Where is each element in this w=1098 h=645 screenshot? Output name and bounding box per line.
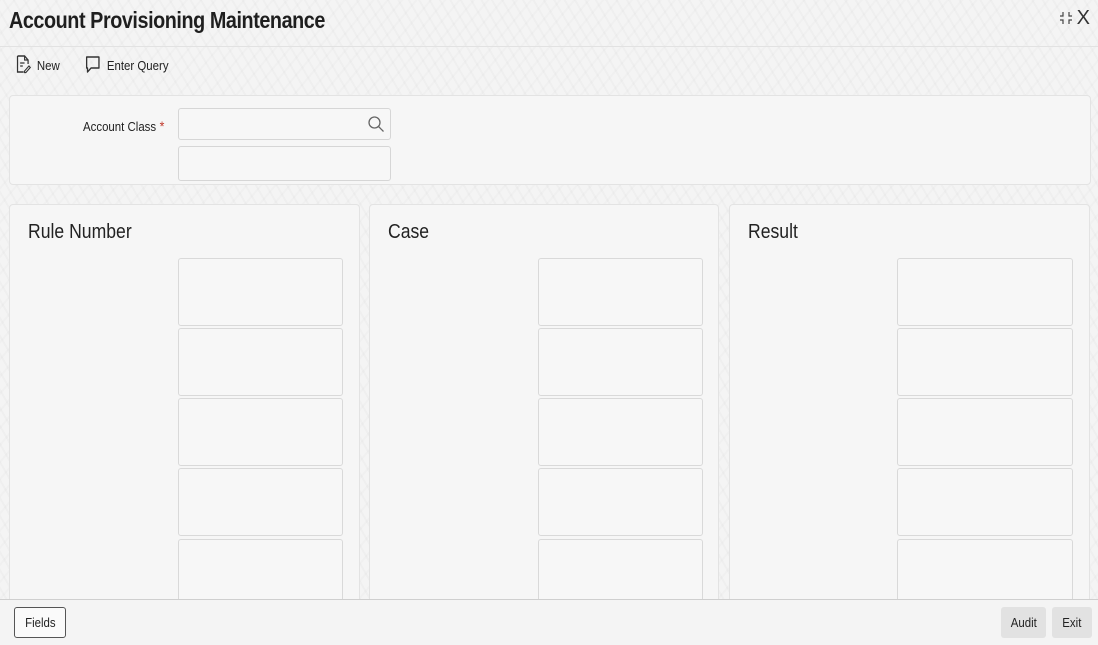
speech-bubble-icon — [84, 54, 102, 77]
account-class-label: Account Class * — [83, 118, 164, 134]
rule-number-title: Rule Number — [28, 221, 132, 243]
fields-button[interactable]: Fields — [14, 607, 66, 638]
audit-label: Audit — [1010, 615, 1037, 630]
fields-label: Fields — [24, 615, 56, 630]
new-button[interactable]: New — [14, 54, 60, 77]
result-input[interactable] — [897, 539, 1073, 607]
case-panel: Case — [369, 204, 719, 607]
result-input[interactable] — [897, 398, 1073, 466]
result-input[interactable] — [897, 468, 1073, 536]
search-icon[interactable] — [367, 115, 385, 138]
enter-query-label: Enter Query — [106, 58, 169, 73]
new-label: New — [36, 58, 60, 73]
rule-number-input[interactable] — [178, 258, 343, 326]
required-marker: * — [159, 118, 165, 134]
exit-label: Exit — [1062, 615, 1082, 630]
case-input[interactable] — [538, 328, 703, 396]
case-input[interactable] — [538, 539, 703, 607]
result-input[interactable] — [897, 328, 1073, 396]
audit-button[interactable]: Audit — [1001, 607, 1046, 638]
case-input[interactable] — [538, 258, 703, 326]
case-title: Case — [388, 221, 430, 243]
case-input[interactable] — [538, 398, 703, 466]
close-icon[interactable]: X — [1077, 8, 1090, 28]
account-class-input[interactable] — [178, 108, 391, 140]
enter-query-button[interactable]: Enter Query — [84, 54, 169, 77]
result-input[interactable] — [897, 258, 1073, 326]
rule-number-panel: Rule Number — [9, 204, 360, 607]
title-bar: Account Provisioning Maintenance X — [0, 0, 1098, 47]
rule-number-input[interactable] — [178, 328, 343, 396]
result-title: Result — [748, 221, 798, 243]
restore-icon[interactable] — [1059, 11, 1073, 25]
header-panel: Account Class * — [9, 95, 1091, 185]
result-panel: Result — [729, 204, 1090, 607]
rule-number-input[interactable] — [178, 398, 343, 466]
toolbar: New Enter Query — [14, 54, 180, 77]
exit-button[interactable]: Exit — [1052, 607, 1092, 638]
account-class-label-text: Account Class — [83, 119, 157, 134]
rule-number-input[interactable] — [178, 468, 343, 536]
window-title: Account Provisioning Maintenance — [9, 7, 325, 33]
case-input[interactable] — [538, 468, 703, 536]
window-controls: X — [1059, 8, 1090, 28]
footer-bar: Fields Audit Exit — [0, 599, 1098, 645]
rule-number-input[interactable] — [178, 539, 343, 607]
account-class-description-field — [178, 146, 391, 181]
new-document-icon — [14, 54, 32, 77]
